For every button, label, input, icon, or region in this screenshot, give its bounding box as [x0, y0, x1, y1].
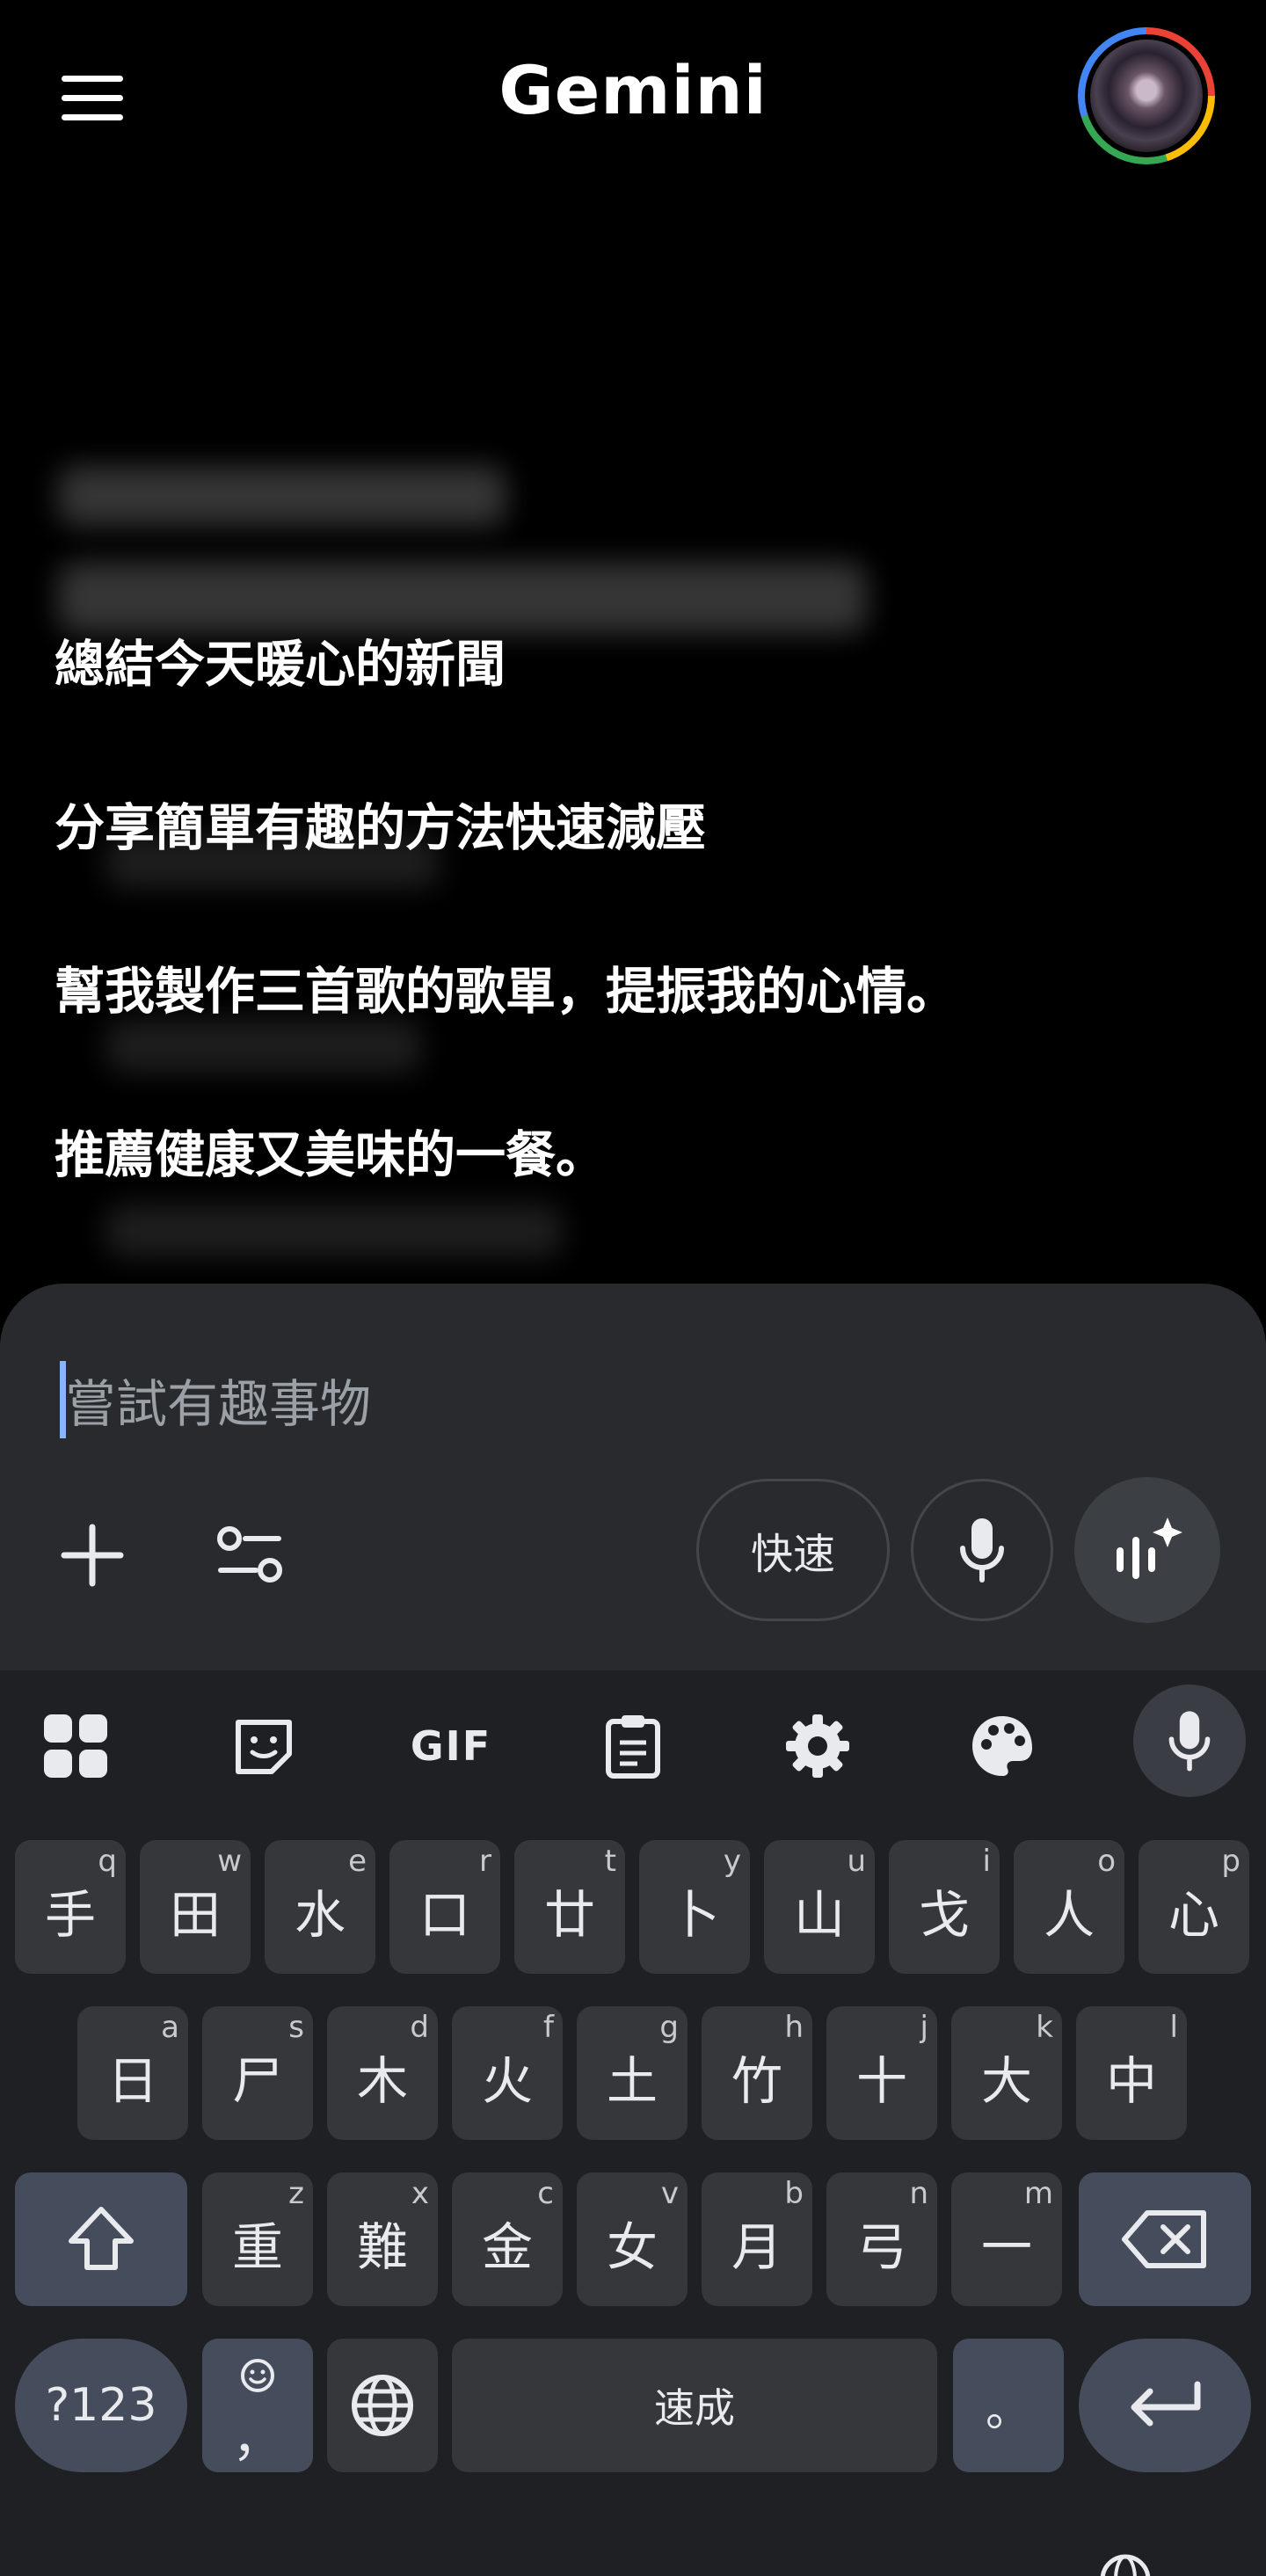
key-f[interactable]: 火f	[452, 2006, 563, 2140]
key-n[interactable]: 弓n	[826, 2172, 937, 2306]
key-l[interactable]: 中l	[1076, 2006, 1187, 2140]
gear-icon[interactable]	[774, 1702, 862, 1790]
symbols-label: ?123	[45, 2379, 157, 2432]
blurred-chip-3	[106, 1204, 563, 1257]
keyboard: GIF 手 q 田 w 水 e 口 r 廿 t 卜 y 山 u 戈 i 人 o …	[0, 1670, 1266, 2576]
globe-icon	[1100, 2554, 1151, 2576]
suggestion-item[interactable]: 總結今天暖心的新聞	[55, 624, 506, 696]
key-y[interactable]: 卜y	[639, 1840, 750, 1974]
mode-label: 快速	[750, 1530, 835, 1579]
gif-button[interactable]: GIF	[403, 1702, 499, 1790]
key-u[interactable]: 山u	[764, 1840, 875, 1974]
live-spark-icon	[1117, 1517, 1182, 1579]
live-button[interactable]	[1074, 1477, 1220, 1623]
key-b[interactable]: 月b	[702, 2172, 812, 2306]
composer-sheet: 嘗試有趣事物 快速	[0, 1284, 1266, 1670]
emoji-icon	[241, 2359, 274, 2392]
blurred-greeting-line-1	[58, 466, 506, 526]
plus-icon[interactable]	[53, 1516, 132, 1595]
globe-icon	[352, 2375, 413, 2436]
backspace-icon	[1122, 2210, 1206, 2268]
clipboard-icon[interactable]	[589, 1702, 677, 1790]
suggestion-item[interactable]: 推薦健康又美味的一餐。	[55, 1115, 606, 1187]
shift-icon	[69, 2207, 134, 2270]
tune-icon[interactable]	[211, 1516, 290, 1595]
avatar-image	[1090, 40, 1203, 152]
blurred-chip-2	[106, 1020, 422, 1073]
key-w[interactable]: 田w	[140, 1840, 251, 1974]
mic-icon	[960, 1518, 1004, 1583]
key-x[interactable]: 難x	[327, 2172, 438, 2306]
mode-selector-button[interactable]: 快速	[696, 1479, 890, 1621]
key-k[interactable]: 大k	[951, 2006, 1062, 2140]
globe-key[interactable]	[327, 2339, 438, 2472]
blurred-greeting-line-2	[58, 563, 867, 633]
suggestion-item[interactable]: 分享簡單有趣的方法快速減壓	[55, 788, 706, 860]
mic-button[interactable]	[911, 1479, 1053, 1621]
key-a[interactable]: 日a	[77, 2006, 188, 2140]
key-i[interactable]: 戈i	[889, 1840, 1000, 1974]
key-z[interactable]: 重z	[202, 2172, 313, 2306]
key-r[interactable]: 口r	[389, 1840, 500, 1974]
key-j[interactable]: 十j	[826, 2006, 937, 2140]
prompt-input[interactable]: 嘗試有趣事物	[60, 1354, 1203, 1438]
key-g[interactable]: 土g	[577, 2006, 688, 2140]
mic-icon	[1168, 1711, 1211, 1772]
gif-label: GIF	[410, 1722, 492, 1770]
prompt-placeholder: 嘗試有趣事物	[65, 1374, 372, 1434]
backspace-key[interactable]	[1079, 2172, 1251, 2306]
key-h[interactable]: 竹h	[702, 2006, 812, 2140]
sticker-icon[interactable]	[220, 1702, 308, 1790]
top-app-bar: Gemini	[0, 0, 1266, 193]
symbols-key[interactable]: ?123	[15, 2339, 187, 2472]
key-s[interactable]: 尸s	[202, 2006, 313, 2140]
key-v[interactable]: 女v	[577, 2172, 688, 2306]
key-m[interactable]: 一m	[951, 2172, 1062, 2306]
app-title: Gemini	[498, 51, 768, 129]
key-q[interactable]: 手q	[15, 1840, 126, 1974]
suggestion-item[interactable]: 幫我製作三首歌的歌單，提振我的心情。	[55, 951, 957, 1023]
period-key[interactable]: 。	[953, 2339, 1064, 2472]
comma-label: ，	[231, 2408, 283, 2468]
emoji-comma-key[interactable]: ，	[202, 2339, 313, 2472]
key-c[interactable]: 金c	[452, 2172, 563, 2306]
key-d[interactable]: 木d	[327, 2006, 438, 2140]
space-label: 速成	[654, 2384, 735, 2432]
key-t[interactable]: 廿t	[514, 1840, 625, 1974]
space-key[interactable]: 速成	[452, 2339, 937, 2472]
palette-icon[interactable]	[958, 1702, 1046, 1790]
avatar[interactable]	[1078, 27, 1215, 164]
enter-icon	[1131, 2381, 1201, 2427]
voice-input-button[interactable]	[1133, 1685, 1246, 1797]
key-e[interactable]: 水e	[265, 1840, 375, 1974]
enter-key[interactable]	[1079, 2339, 1251, 2472]
key-p[interactable]: 心p	[1139, 1840, 1249, 1974]
shift-key[interactable]	[15, 2172, 187, 2306]
key-o[interactable]: 人o	[1014, 1840, 1124, 1974]
period-label: 。	[985, 2383, 1031, 2437]
apps-grid-icon[interactable]	[32, 1702, 120, 1790]
